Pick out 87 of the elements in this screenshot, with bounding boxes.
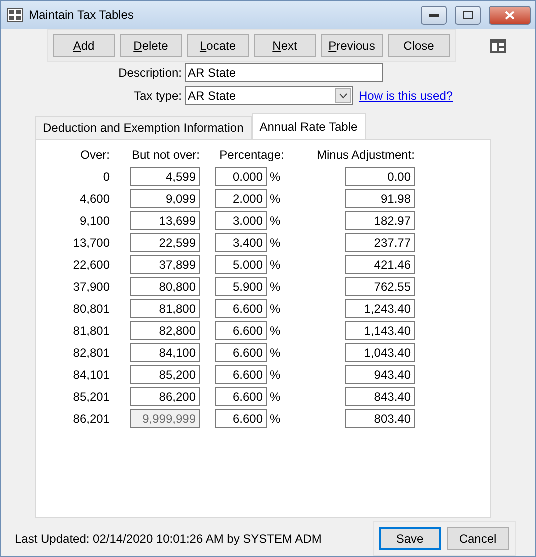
percentage-field[interactable]: 5.000 bbox=[215, 255, 267, 274]
over-value: 4,600 bbox=[78, 192, 110, 206]
column-header: Minus Adjustment: bbox=[316, 148, 415, 164]
percentage-field[interactable]: 3.400 bbox=[215, 233, 267, 252]
percentage-field[interactable]: 6.600 bbox=[215, 387, 267, 406]
maximize-button[interactable] bbox=[455, 6, 481, 24]
percent-sign: % bbox=[269, 324, 282, 338]
minimize-button[interactable] bbox=[421, 6, 447, 24]
column-header: Percentage: bbox=[218, 148, 286, 164]
adjustment-field[interactable]: 421.46 bbox=[345, 255, 415, 274]
close-button[interactable] bbox=[489, 6, 531, 24]
adjustment-field[interactable]: 1,143.40 bbox=[345, 321, 415, 340]
adjustment-field[interactable]: 762.55 bbox=[345, 277, 415, 296]
percentage-field[interactable]: 3.000 bbox=[215, 211, 267, 230]
percentage-field[interactable]: 6.600 bbox=[215, 321, 267, 340]
percent-sign: % bbox=[269, 214, 282, 228]
limit-field[interactable]: 82,800 bbox=[130, 321, 200, 340]
adjustment-field[interactable]: 943.40 bbox=[345, 365, 415, 384]
limit-field[interactable]: 81,800 bbox=[130, 299, 200, 318]
help-link[interactable]: How is this used? bbox=[359, 88, 454, 103]
toolbar-button[interactable]: Next bbox=[254, 34, 316, 57]
tab[interactable]: Deduction and Exemption Information bbox=[35, 116, 252, 140]
percent-sign: % bbox=[269, 302, 282, 316]
window-title: Maintain Tax Tables bbox=[29, 8, 135, 22]
limit-field[interactable]: 84,100 bbox=[130, 343, 200, 362]
tax-type-dropdown[interactable]: AR State bbox=[185, 86, 353, 106]
limit-field[interactable]: 9,099 bbox=[130, 189, 200, 208]
description-field[interactable]: AR State bbox=[185, 63, 383, 82]
dialog-button[interactable]: Cancel bbox=[447, 527, 509, 550]
caret-icon bbox=[338, 92, 348, 99]
limit-field[interactable]: 85,200 bbox=[130, 365, 200, 384]
over-value: 22,600 bbox=[72, 258, 110, 272]
over-value: 80,801 bbox=[72, 302, 110, 316]
toolbar-button[interactable]: Previous bbox=[321, 34, 383, 57]
maximize-icon bbox=[463, 11, 473, 19]
percent-sign: % bbox=[269, 412, 282, 426]
percentage-field[interactable]: 0.000 bbox=[215, 167, 267, 186]
over-value: 85,201 bbox=[72, 390, 110, 404]
limit-field[interactable]: 86,200 bbox=[130, 387, 200, 406]
toolbar-button[interactable]: Locate bbox=[187, 34, 249, 57]
adjustment-field[interactable]: 843.40 bbox=[345, 387, 415, 406]
limit-field[interactable]: 80,800 bbox=[130, 277, 200, 296]
percent-sign: % bbox=[269, 258, 282, 272]
minimize-icon bbox=[429, 14, 439, 16]
percentage-field[interactable]: 6.600 bbox=[215, 365, 267, 384]
tax-type-label: Tax type: bbox=[132, 88, 183, 103]
window-icon bbox=[7, 8, 23, 22]
adjustment-field[interactable]: 91.98 bbox=[345, 189, 415, 208]
toolbar-button[interactable]: Close bbox=[388, 34, 450, 57]
adjustment-field[interactable]: 0.00 bbox=[345, 167, 415, 186]
limit-field[interactable]: 22,599 bbox=[130, 233, 200, 252]
adjustment-field[interactable]: 182.97 bbox=[345, 211, 415, 230]
status-text: Last Updated: 02/14/2020 10:01:26 AM by SYSTEM ADM bbox=[15, 532, 322, 546]
dialog-button[interactable]: Save bbox=[379, 527, 441, 550]
percent-sign: % bbox=[269, 346, 282, 360]
over-value: 13,700 bbox=[72, 236, 110, 250]
column-header: Over: bbox=[80, 148, 110, 164]
toolbar-button[interactable]: Delete bbox=[120, 34, 182, 57]
over-value: 82,801 bbox=[72, 346, 110, 360]
limit-field[interactable]: 4,599 bbox=[130, 167, 200, 186]
over-value: 86,201 bbox=[72, 412, 110, 426]
close-icon bbox=[505, 10, 515, 20]
over-value: 0 bbox=[102, 170, 110, 184]
adjustment-field[interactable]: 1,043.40 bbox=[345, 343, 415, 362]
percentage-field[interactable]: 2.000 bbox=[215, 189, 267, 208]
over-value: 81,801 bbox=[72, 324, 110, 338]
over-value: 9,100 bbox=[78, 214, 110, 228]
limit-field[interactable]: 37,899 bbox=[130, 255, 200, 274]
layout-icon[interactable] bbox=[490, 38, 506, 52]
column-header: But not over: bbox=[130, 148, 200, 164]
over-value: 37,900 bbox=[72, 280, 110, 294]
tab[interactable]: Annual Rate Table bbox=[252, 113, 366, 140]
adjustment-field[interactable]: 237.77 bbox=[345, 233, 415, 252]
percent-sign: % bbox=[269, 280, 282, 294]
percent-sign: % bbox=[269, 390, 282, 404]
percentage-field[interactable]: 6.600 bbox=[215, 299, 267, 318]
percentage-field[interactable]: 6.600 bbox=[215, 343, 267, 362]
percent-sign: % bbox=[269, 236, 282, 250]
percentage-field[interactable]: 5.900 bbox=[215, 277, 267, 296]
over-value: 84,101 bbox=[72, 368, 110, 382]
toolbar-button[interactable]: Add bbox=[53, 34, 115, 57]
percent-sign: % bbox=[269, 170, 282, 184]
percent-sign: % bbox=[269, 368, 282, 382]
percent-sign: % bbox=[269, 192, 282, 206]
adjustment-field[interactable]: 1,243.40 bbox=[345, 299, 415, 318]
limit-field[interactable]: 13,699 bbox=[130, 211, 200, 230]
description-label: Description: bbox=[118, 66, 183, 80]
